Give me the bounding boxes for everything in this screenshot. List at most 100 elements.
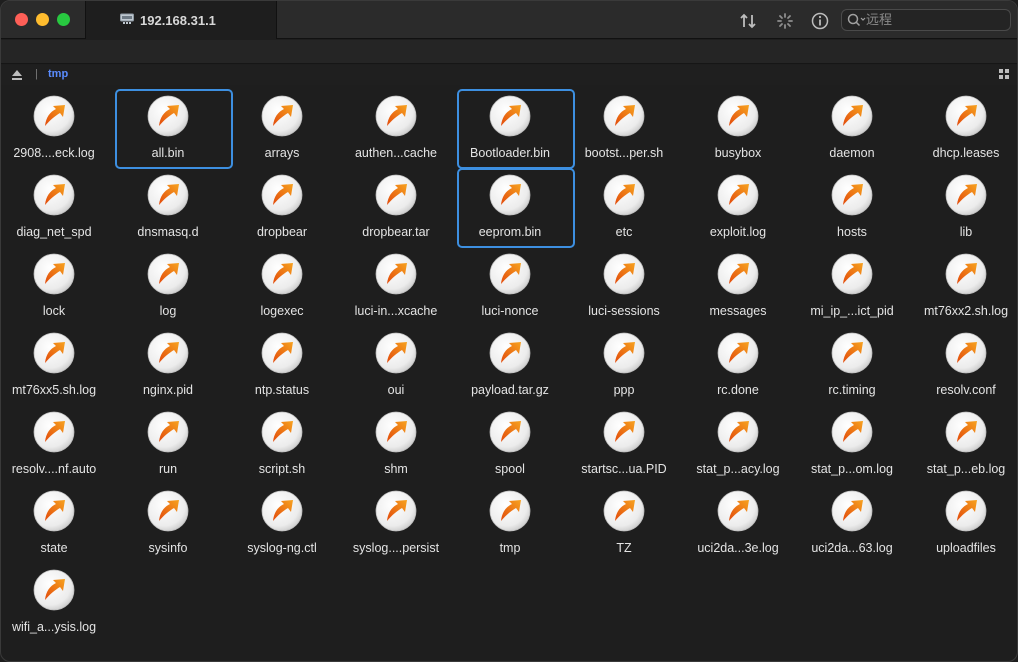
file-item[interactable]: ppp: [567, 324, 681, 403]
file-arrow-icon: [717, 95, 759, 137]
spinner-icon: [777, 13, 793, 29]
file-item[interactable]: rc.done: [681, 324, 795, 403]
zoom-window-button[interactable]: [57, 13, 70, 26]
file-name-label: dnsmasq.d: [137, 225, 199, 239]
window-controls: [15, 13, 70, 26]
file-item[interactable]: ntp.status: [225, 324, 339, 403]
close-window-button[interactable]: [15, 13, 28, 26]
file-name-label: lib: [959, 225, 973, 239]
file-item[interactable]: shm: [339, 403, 453, 482]
file-item[interactable]: eeprom.bin: [453, 166, 575, 248]
file-item[interactable]: startsc...ua.PID: [567, 403, 681, 482]
file-name-label: TZ: [616, 541, 632, 555]
file-item[interactable]: payload.tar.gz: [453, 324, 567, 403]
file-name-label: logexec: [260, 304, 304, 318]
breadcrumb-current-folder[interactable]: tmp: [48, 68, 68, 80]
file-item[interactable]: mi_ip_...ict_pid: [795, 245, 909, 324]
file-item[interactable]: tmp: [453, 482, 567, 561]
file-name-label: messages: [709, 304, 767, 318]
file-arrow-icon: [603, 332, 645, 374]
file-item[interactable]: log: [111, 245, 225, 324]
file-name-label: Bootloader.bin: [470, 146, 550, 160]
file-arrow-icon: [831, 332, 873, 374]
file-arrow-icon: [375, 411, 417, 453]
file-item[interactable]: luci-in...xcache: [339, 245, 453, 324]
file-item[interactable]: mt76xx2.sh.log: [909, 245, 1017, 324]
transfer-arrows-icon: [740, 13, 756, 29]
file-item[interactable]: dhcp.leases: [909, 87, 1017, 166]
file-name-label: dropbear: [256, 225, 308, 239]
file-item[interactable]: luci-nonce: [453, 245, 567, 324]
get-info-button[interactable]: [810, 11, 830, 31]
file-item[interactable]: script.sh: [225, 403, 339, 482]
file-arrow-icon: [945, 332, 987, 374]
file-name-label: dhcp.leases: [932, 146, 1000, 160]
file-arrow-icon: [33, 174, 75, 216]
file-arrow-icon: [261, 253, 303, 295]
file-arrow-icon: [375, 332, 417, 374]
file-arrow-icon: [33, 253, 75, 295]
file-item[interactable]: wifi_a...ysis.log: [1, 561, 111, 640]
file-item[interactable]: nginx.pid: [111, 324, 225, 403]
file-item[interactable]: exploit.log: [681, 166, 795, 245]
file-arrow-icon: [489, 174, 531, 216]
file-item[interactable]: dnsmasq.d: [111, 166, 225, 245]
file-item[interactable]: mt76xx5.sh.log: [1, 324, 111, 403]
file-item[interactable]: spool: [453, 403, 567, 482]
file-item[interactable]: uploadfiles: [909, 482, 1017, 561]
file-item[interactable]: Bootloader.bin: [453, 87, 575, 169]
file-item[interactable]: diag_net_spd: [1, 166, 111, 245]
minimize-window-button[interactable]: [36, 13, 49, 26]
file-arrow-icon: [147, 332, 189, 374]
file-arrow-icon: [831, 411, 873, 453]
activity-button[interactable]: [775, 11, 795, 31]
transmit-window: 192.168.31.1 远程 | tmp 2908....eck.log al…: [0, 0, 1018, 662]
file-item[interactable]: sysinfo: [111, 482, 225, 561]
file-item[interactable]: syslog....persist: [339, 482, 453, 561]
file-item[interactable]: rc.timing: [795, 324, 909, 403]
file-arrow-icon: [147, 411, 189, 453]
file-arrow-icon: [33, 490, 75, 532]
file-item[interactable]: state: [1, 482, 111, 561]
file-item[interactable]: 2908....eck.log: [1, 87, 111, 166]
search-input[interactable]: [866, 12, 1006, 28]
file-item[interactable]: lock: [1, 245, 111, 324]
file-item[interactable]: uci2da...63.log: [795, 482, 909, 561]
server-tab[interactable]: 192.168.31.1: [85, 1, 277, 39]
file-name-label: daemon: [829, 146, 875, 160]
file-item[interactable]: arrays: [225, 87, 339, 166]
file-item[interactable]: dropbear.tar: [339, 166, 453, 245]
file-item[interactable]: dropbear: [225, 166, 339, 245]
file-item[interactable]: bootst...per.sh: [567, 87, 681, 166]
file-item[interactable]: messages: [681, 245, 795, 324]
file-item[interactable]: stat_p...acy.log: [681, 403, 795, 482]
file-item[interactable]: all.bin: [111, 87, 233, 169]
file-item[interactable]: hosts: [795, 166, 909, 245]
file-item[interactable]: resolv.conf: [909, 324, 1017, 403]
file-item[interactable]: etc: [567, 166, 681, 245]
file-item[interactable]: luci-sessions: [567, 245, 681, 324]
file-name-label: uci2da...3e.log: [697, 541, 779, 555]
file-item[interactable]: busybox: [681, 87, 795, 166]
file-item[interactable]: syslog-ng.ctl: [225, 482, 339, 561]
file-item[interactable]: oui: [339, 324, 453, 403]
file-item[interactable]: authen...cache: [339, 87, 453, 166]
file-item[interactable]: resolv....nf.auto: [1, 403, 111, 482]
file-item[interactable]: uci2da...3e.log: [681, 482, 795, 561]
file-item[interactable]: daemon: [795, 87, 909, 166]
eject-icon[interactable]: [11, 69, 23, 81]
file-name-label: sysinfo: [148, 541, 188, 555]
file-name-label: syslog....persist: [352, 541, 440, 555]
file-item[interactable]: lib: [909, 166, 1017, 245]
file-item[interactable]: stat_p...eb.log: [909, 403, 1017, 482]
file-arrow-icon: [489, 95, 531, 137]
search-field[interactable]: [841, 9, 1011, 31]
file-item[interactable]: stat_p...om.log: [795, 403, 909, 482]
icon-view-toggle-icon[interactable]: [999, 69, 1009, 79]
sync-browsing-button[interactable]: [738, 11, 758, 31]
title-bar: 192.168.31.1: [1, 1, 1017, 39]
file-item[interactable]: run: [111, 403, 225, 482]
file-item[interactable]: logexec: [225, 245, 339, 324]
file-item[interactable]: TZ: [567, 482, 681, 561]
search-icon: [847, 13, 866, 27]
